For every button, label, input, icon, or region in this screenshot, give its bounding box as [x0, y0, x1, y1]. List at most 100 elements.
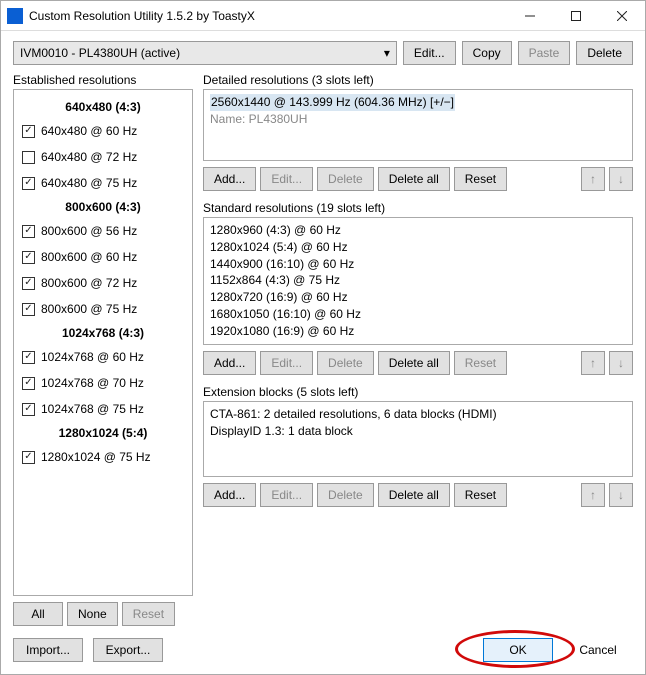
detailed-list[interactable]: 2560x1440 @ 143.999 Hz (604.36 MHz) [+/−… [203, 89, 633, 161]
move-up-button[interactable]: ↑ [581, 483, 605, 507]
maximize-button[interactable] [553, 1, 599, 30]
res-item[interactable]: ✓ 1024x768 @ 70 Hz [16, 370, 190, 396]
content-area: IVM0010 - PL4380UH (active) ▾ Edit... Co… [1, 31, 645, 674]
delete-button[interactable]: Delete [576, 41, 633, 65]
detailed-reset-button[interactable]: Reset [454, 167, 507, 191]
res-item-label: 640x480 @ 72 Hz [41, 150, 137, 164]
checkbox-icon[interactable]: ✓ [22, 303, 35, 316]
arrow-down-icon: ↓ [618, 172, 624, 186]
checkbox-icon[interactable]: ✓ [22, 225, 35, 238]
detailed-name: Name: PL4380UH [210, 111, 626, 128]
standard-list[interactable]: 1280x960 (4:3) @ 60 Hz 1280x1024 (5:4) @… [203, 217, 633, 345]
res-item[interactable]: ✓ 800x600 @ 75 Hz [16, 296, 190, 322]
res-item[interactable]: ✓ 1024x768 @ 60 Hz [16, 344, 190, 370]
paste-button[interactable]: Paste [518, 41, 571, 65]
main-columns: Established resolutions 640x480 (4:3) ✓6… [13, 73, 633, 626]
standard-line: 1280x1024 (5:4) @ 60 Hz [210, 239, 626, 256]
close-button[interactable] [599, 1, 645, 30]
standard-label: Standard resolutions (19 slots left) [203, 201, 633, 215]
move-up-button[interactable]: ↑ [581, 351, 605, 375]
ext-reset-button[interactable]: Reset [454, 483, 507, 507]
checkbox-icon[interactable]: ✓ [22, 277, 35, 290]
copy-button[interactable]: Copy [462, 41, 512, 65]
detailed-delete-button[interactable]: Delete [317, 167, 374, 191]
left-column: Established resolutions 640x480 (4:3) ✓6… [13, 73, 193, 626]
app-icon [7, 8, 23, 24]
reset-button[interactable]: Reset [122, 602, 175, 626]
checkbox-icon[interactable]: ✓ [22, 377, 35, 390]
checkbox-icon[interactable]: ✓ [22, 125, 35, 138]
ext-add-button[interactable]: Add... [203, 483, 256, 507]
cancel-button[interactable]: Cancel [563, 638, 633, 662]
ext-section: Extension blocks (5 slots left) CTA-861:… [203, 385, 633, 507]
ext-deleteall-button[interactable]: Delete all [378, 483, 450, 507]
edit-button[interactable]: Edit... [403, 41, 456, 65]
move-down-button[interactable]: ↓ [609, 483, 633, 507]
res-item[interactable]: ✓ 800x600 @ 72 Hz [16, 270, 190, 296]
arrow-up-icon: ↑ [590, 488, 596, 502]
res-item-label: 800x600 @ 75 Hz [41, 302, 137, 316]
none-button[interactable]: None [67, 602, 118, 626]
res-item[interactable]: ✓ 800x600 @ 60 Hz [16, 244, 190, 270]
app-window: Custom Resolution Utility 1.5.2 by Toast… [0, 0, 646, 675]
detailed-line: 2560x1440 @ 143.999 Hz (604.36 MHz) [+/−… [210, 94, 455, 111]
res-group-header: 1280x1024 (5:4) [16, 422, 190, 444]
checkbox-icon[interactable]: ✓ [22, 351, 35, 364]
res-item-label: 640x480 @ 60 Hz [41, 124, 137, 138]
res-item-label: 800x600 @ 72 Hz [41, 276, 137, 290]
export-button[interactable]: Export... [93, 638, 163, 662]
checkbox-icon[interactable]: ✓ [22, 403, 35, 416]
monitor-select[interactable]: IVM0010 - PL4380UH (active) ▾ [13, 41, 397, 65]
top-row: IVM0010 - PL4380UH (active) ▾ Edit... Co… [13, 41, 633, 65]
arrow-up-icon: ↑ [590, 356, 596, 370]
titlebar: Custom Resolution Utility 1.5.2 by Toast… [1, 1, 645, 31]
res-item-label: 800x600 @ 56 Hz [41, 224, 137, 238]
close-icon [617, 11, 627, 21]
move-down-button[interactable]: ↓ [609, 351, 633, 375]
all-button[interactable]: All [13, 602, 63, 626]
standard-delete-button[interactable]: Delete [317, 351, 374, 375]
move-up-button[interactable]: ↑ [581, 167, 605, 191]
import-button[interactable]: Import... [13, 638, 83, 662]
res-item[interactable]: ✓1280x1024 @ 75 Hz [16, 444, 190, 470]
detailed-add-button[interactable]: Add... [203, 167, 256, 191]
minimize-button[interactable] [507, 1, 553, 30]
res-item-label: 640x480 @ 75 Hz [41, 176, 137, 190]
res-item[interactable]: 640x480 @ 72 Hz [16, 144, 190, 170]
detailed-deleteall-button[interactable]: Delete all [378, 167, 450, 191]
ext-line: CTA-861: 2 detailed resolutions, 6 data … [210, 406, 626, 423]
res-group-header: 800x600 (4:3) [16, 196, 190, 218]
monitor-select-text: IVM0010 - PL4380UH (active) [20, 46, 180, 60]
standard-reset-button[interactable]: Reset [454, 351, 507, 375]
detailed-edit-button[interactable]: Edit... [260, 167, 313, 191]
ext-list[interactable]: CTA-861: 2 detailed resolutions, 6 data … [203, 401, 633, 477]
arrow-down-icon: ↓ [618, 488, 624, 502]
checkbox-icon[interactable]: ✓ [22, 251, 35, 264]
ext-edit-button[interactable]: Edit... [260, 483, 313, 507]
res-item[interactable]: ✓ 640x480 @ 75 Hz [16, 170, 190, 196]
standard-edit-button[interactable]: Edit... [260, 351, 313, 375]
standard-line: 1280x720 (16:9) @ 60 Hz [210, 289, 626, 306]
res-item-label: 1024x768 @ 60 Hz [41, 350, 144, 364]
res-item[interactable]: ✓ 1024x768 @ 75 Hz [16, 396, 190, 422]
ext-delete-button[interactable]: Delete [317, 483, 374, 507]
minimize-icon [525, 11, 535, 21]
res-item-label: 1024x768 @ 70 Hz [41, 376, 144, 390]
window-title: Custom Resolution Utility 1.5.2 by Toast… [29, 9, 507, 23]
standard-line: 1280x960 (4:3) @ 60 Hz [210, 222, 626, 239]
ok-button[interactable]: OK [483, 638, 553, 662]
res-item-label: 1024x768 @ 75 Hz [41, 402, 144, 416]
res-item-label: 800x600 @ 60 Hz [41, 250, 137, 264]
res-item[interactable]: ✓ 640x480 @ 60 Hz [16, 118, 190, 144]
move-down-button[interactable]: ↓ [609, 167, 633, 191]
standard-add-button[interactable]: Add... [203, 351, 256, 375]
res-item[interactable]: ✓ 800x600 @ 56 Hz [16, 218, 190, 244]
checkbox-icon[interactable]: ✓ [22, 451, 35, 464]
checkbox-icon[interactable]: ✓ [22, 177, 35, 190]
checkbox-icon[interactable] [22, 151, 35, 164]
right-column: Detailed resolutions (3 slots left) 2560… [203, 73, 633, 626]
res-group-header: 640x480 (4:3) [16, 96, 190, 118]
standard-line: 1680x1050 (16:10) @ 60 Hz [210, 306, 626, 323]
arrow-down-icon: ↓ [618, 356, 624, 370]
standard-deleteall-button[interactable]: Delete all [378, 351, 450, 375]
